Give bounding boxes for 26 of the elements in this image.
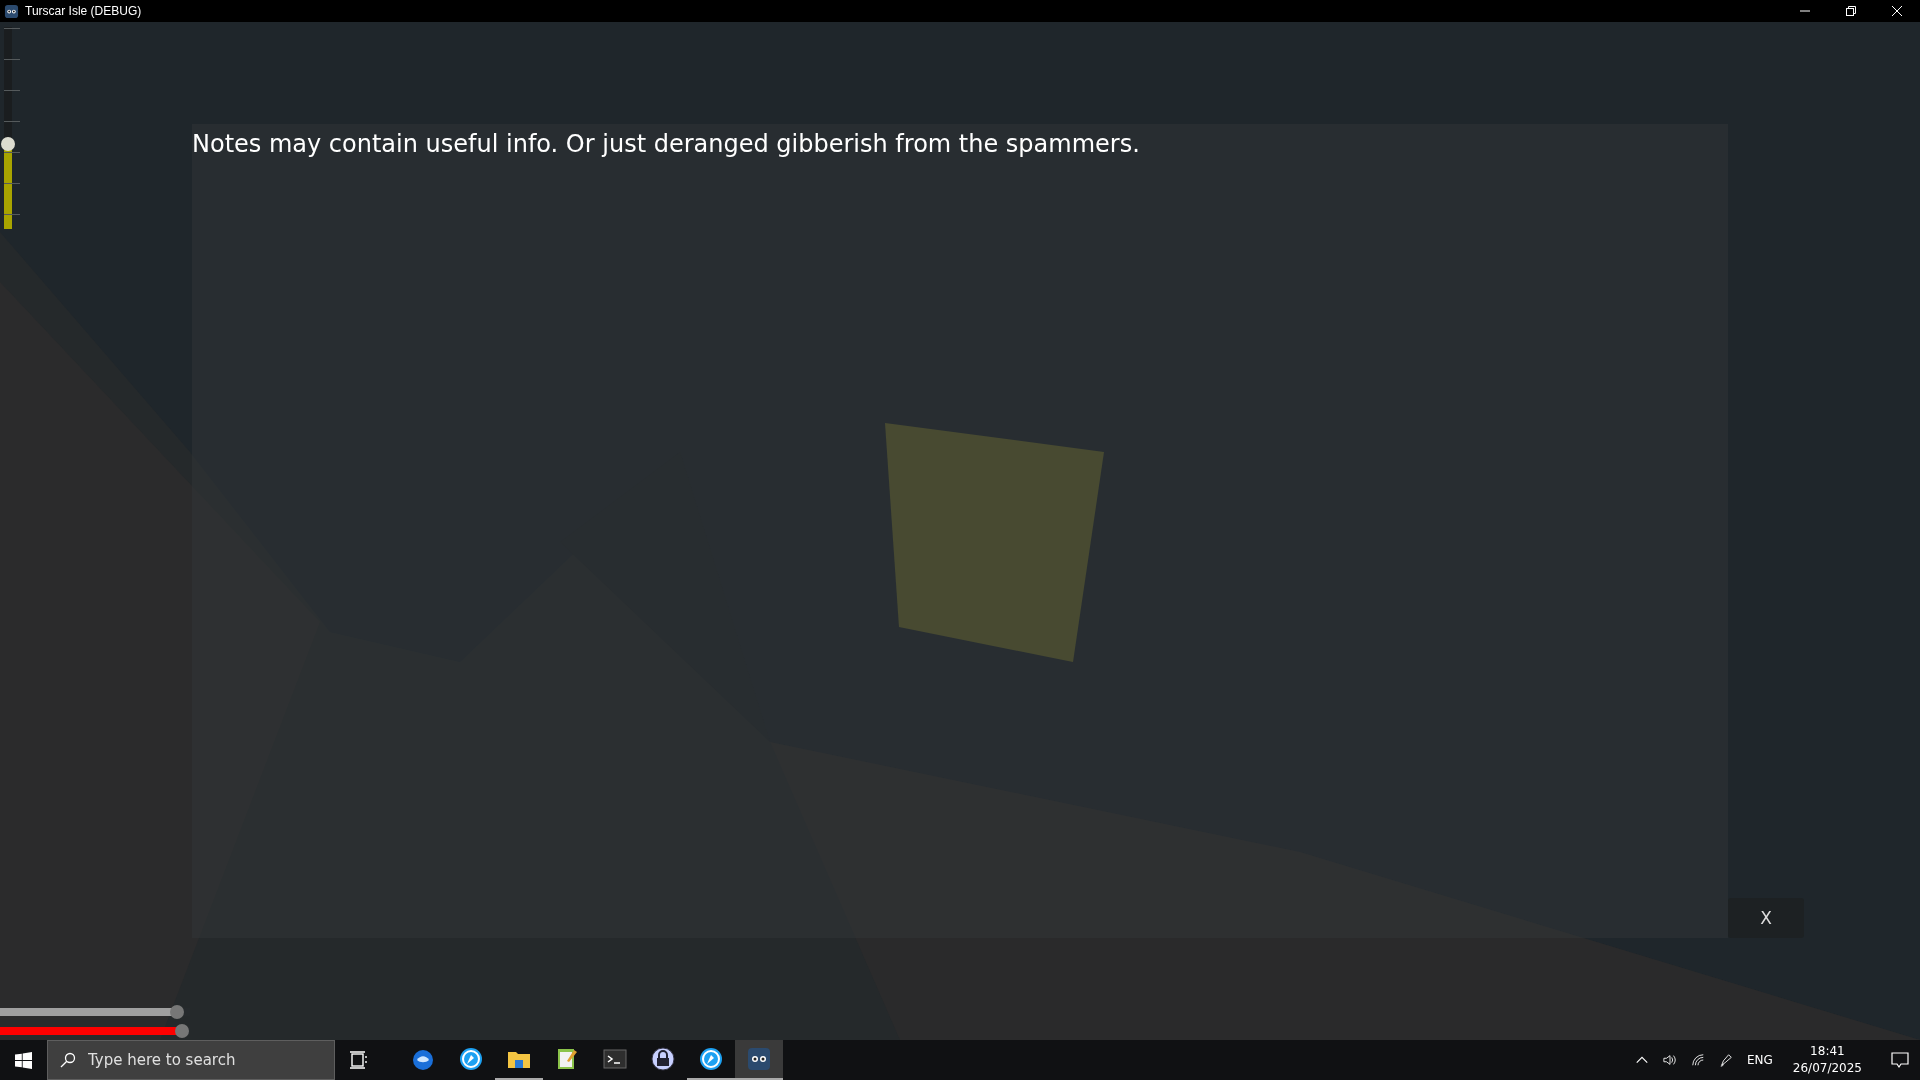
- close-button[interactable]: X: [1728, 898, 1804, 938]
- notes-text: Notes may contain useful info. Or just deranged gibberish from the spammers.: [192, 130, 1140, 158]
- robot-icon: [4, 3, 19, 19]
- search-input[interactable]: Type here to search: [88, 1051, 308, 1069]
- globe-icon: [699, 1047, 723, 1071]
- search-icon: [60, 1052, 76, 1068]
- close-icon[interactable]: [1892, 6, 1902, 16]
- clock-time: 18:41: [1810, 1043, 1845, 1060]
- search-box[interactable]: Type here to search: [47, 1040, 335, 1080]
- clock[interactable]: 18:41 26/07/2025: [1786, 1043, 1868, 1077]
- notification-icon[interactable]: [1890, 1050, 1910, 1070]
- windows-start-icon[interactable]: [15, 1051, 32, 1069]
- terminal-icon: [603, 1047, 627, 1071]
- robot-icon: [747, 1047, 771, 1071]
- window-title: Turscar Isle (DEBUG): [25, 4, 142, 18]
- taskbar-app[interactable]: [735, 1040, 783, 1080]
- notepad-icon: [555, 1047, 579, 1071]
- speaker-icon[interactable]: [1662, 1053, 1677, 1067]
- pen-icon[interactable]: [1718, 1053, 1733, 1067]
- padlock-icon: [651, 1047, 675, 1071]
- globe-icon: [459, 1047, 483, 1071]
- clock-date: 26/07/2025: [1792, 1060, 1862, 1077]
- restore-icon[interactable]: [1846, 6, 1856, 16]
- task-view-icon[interactable]: [349, 1050, 369, 1070]
- wifi-icon[interactable]: [1690, 1053, 1705, 1067]
- language-indicator[interactable]: ENG: [1746, 1053, 1773, 1067]
